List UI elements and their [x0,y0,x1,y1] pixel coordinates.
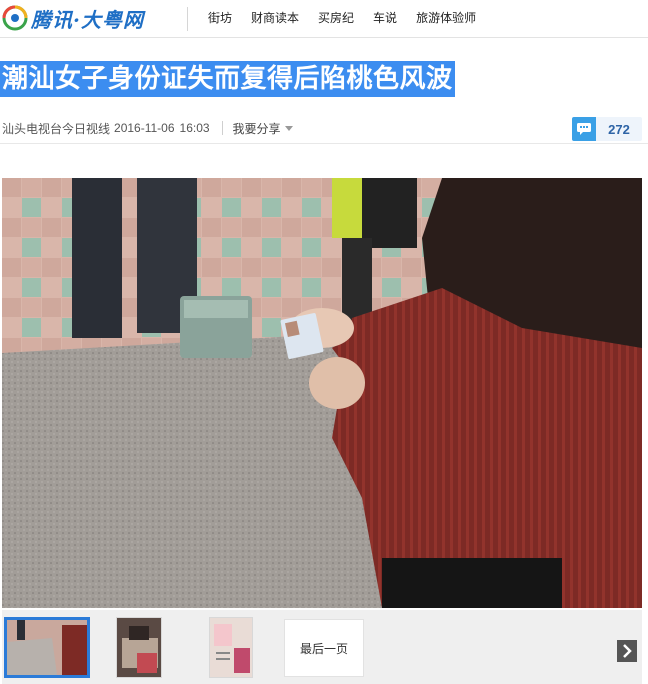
meta-divider [221,121,223,135]
thumb-2-image [117,618,161,677]
comment-icon [572,117,596,141]
logo-text: 腾讯·大粤网 [31,7,144,32]
thumb-1-image [7,620,87,675]
nav-item-jiefang[interactable]: 街坊 [208,9,232,26]
share-button[interactable]: 我要分享 [233,120,293,137]
gallery-thumb-3[interactable] [209,617,253,678]
title-area: 潮汕女子身份证失而复得后陷桃色风波 [0,61,455,97]
gallery-last-page[interactable]: 最后一页 [284,619,364,677]
gallery-strip: 最后一页 [2,610,642,684]
site-logo[interactable]: 腾讯·大粤网 [2,3,144,33]
comment-count: 272 [596,117,642,141]
article-title: 潮汕女子身份证失而复得后陷桃色风波 [0,61,455,97]
logo-divider [187,7,188,31]
article-source[interactable]: 汕头电视台今日视线 [2,120,110,137]
share-label: 我要分享 [232,121,281,136]
top-bar: 腾讯·大粤网 街坊 财商读本 买房纪 车说 旅游体验师 [0,0,648,38]
article-time: 16:03 [179,121,210,135]
chevron-down-icon [284,125,293,131]
tencent-logo-icon [2,5,28,31]
gallery-thumb-2[interactable] [116,617,162,678]
photo-illustration [2,178,642,608]
thumb-3-image [210,618,252,677]
chevron-right-icon [623,644,632,658]
article-date: 2016-11-06 [114,121,175,135]
nav-item-cheshuo[interactable]: 车说 [373,9,397,26]
main-nav: 街坊 财商读本 买房纪 车说 旅游体验师 [208,0,495,34]
nav-item-maifang[interactable]: 买房纪 [318,9,354,26]
comment-button[interactable]: 272 [572,117,642,141]
nav-item-caishang[interactable]: 财商读本 [251,9,299,26]
header-divider [0,143,648,144]
gallery-thumb-1[interactable] [4,617,90,678]
nav-item-lvyou[interactable]: 旅游体验师 [416,9,476,26]
gallery-next-button[interactable] [617,640,637,662]
main-photo[interactable] [2,178,642,608]
article-meta: 汕头电视台今日视线 2016-11-06 16:03 我要分享 [2,118,293,138]
